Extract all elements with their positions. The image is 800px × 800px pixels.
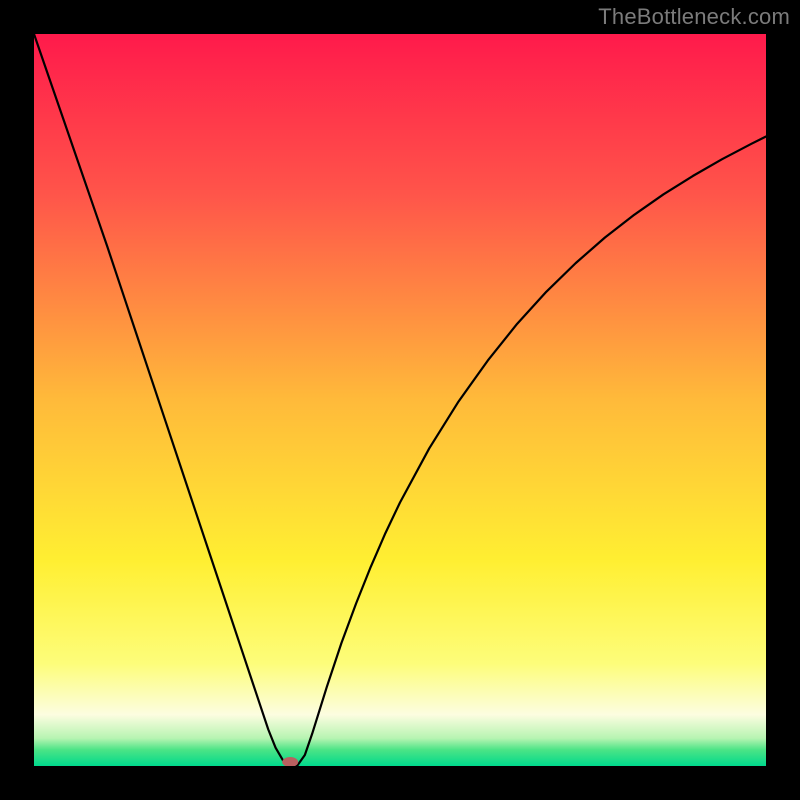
gradient-background xyxy=(34,34,766,766)
watermark-text: TheBottleneck.com xyxy=(598,4,790,30)
bottleneck-chart xyxy=(34,34,766,766)
chart-frame: { "watermark": "TheBottleneck.com", "cha… xyxy=(0,0,800,800)
